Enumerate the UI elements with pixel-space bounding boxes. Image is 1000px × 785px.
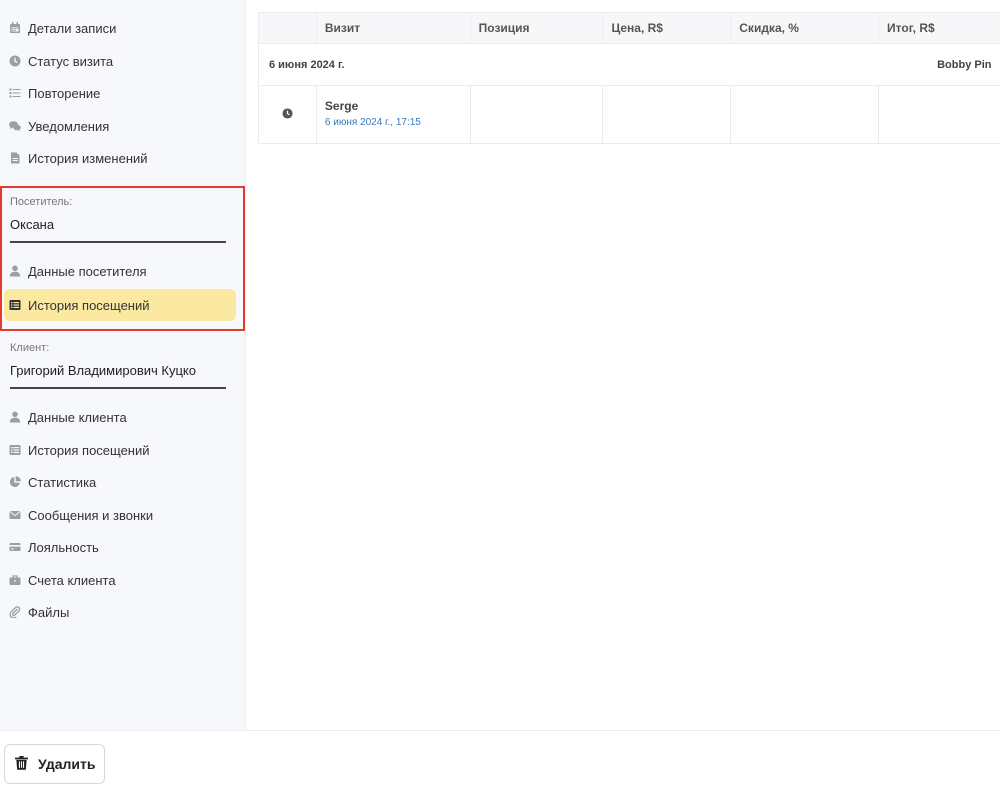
sidebar-item-visit-status[interactable]: Статус визита xyxy=(0,45,240,77)
calendar-icon xyxy=(8,21,22,35)
sidebar-item-label: Детали записи xyxy=(28,20,117,36)
sidebar-item-loyalty[interactable]: Лояльность xyxy=(0,531,240,563)
sidebar: Детали записи Статус визита Повторение У… xyxy=(0,0,246,730)
group-staff: Bobby Pin xyxy=(878,43,1000,86)
visitor-section-highlight xyxy=(0,186,245,331)
column-header-price: Цена, R$ xyxy=(602,12,732,44)
client-name[interactable]: Григорий Владимирович Куцко xyxy=(10,363,196,378)
credit-card-icon xyxy=(8,540,22,554)
sidebar-item-label: Данные клиента xyxy=(28,409,127,425)
sidebar-item-label: Уведомления xyxy=(28,118,110,134)
column-header-position: Позиция xyxy=(469,12,604,44)
footer-bar xyxy=(0,730,1000,785)
date-group-row: 6 июня 2024 г. Bobby Pin xyxy=(257,43,1000,86)
sidebar-item-messages[interactable]: Сообщения и звонки xyxy=(0,499,240,531)
table-row[interactable]: Serge 6 июня 2024 г., 17:15 xyxy=(258,85,1000,144)
sidebar-item-label: Статистика xyxy=(28,474,97,490)
envelope-icon xyxy=(8,508,22,522)
visits-table: Визит Позиция Цена, R$ Скидка, % Итог, R… xyxy=(257,12,1000,144)
sidebar-item-record-details[interactable]: Детали записи xyxy=(0,12,240,44)
column-header-visit: Визит xyxy=(315,12,471,44)
sidebar-item-label: История изменений xyxy=(28,150,148,166)
delete-button-label: Удалить xyxy=(38,756,96,772)
delete-button[interactable]: Удалить xyxy=(4,744,105,784)
user-icon xyxy=(8,410,22,424)
visit-staff-name: Serge xyxy=(324,99,359,113)
total-cell xyxy=(878,85,1000,144)
visit-status-cell xyxy=(258,85,317,144)
sidebar-item-label: Счета клиента xyxy=(28,572,116,588)
document-icon xyxy=(8,151,22,165)
trash-icon xyxy=(15,755,38,773)
sidebar-item-repeat[interactable]: Повторение xyxy=(0,77,240,109)
sidebar-item-label: История посещений xyxy=(28,442,150,458)
list-alt-icon xyxy=(8,443,22,457)
visit-cell: Serge 6 июня 2024 г., 17:15 xyxy=(315,85,471,144)
pie-chart-icon xyxy=(8,475,22,489)
list-icon xyxy=(8,86,22,100)
sidebar-item-change-history[interactable]: История изменений xyxy=(0,142,240,174)
client-label: Клиент: xyxy=(10,342,50,354)
chat-icon xyxy=(8,119,22,133)
sidebar-item-label: Сообщения и звонки xyxy=(28,507,154,523)
sidebar-item-files[interactable]: Файлы xyxy=(0,596,240,628)
paperclip-icon xyxy=(8,605,22,619)
visit-datetime-link[interactable]: 6 июня 2024 г., 17:15 xyxy=(325,117,470,128)
sidebar-item-client-data[interactable]: Данные клиента xyxy=(0,401,240,433)
sidebar-item-notifications[interactable]: Уведомления xyxy=(0,110,240,142)
column-header-total: Итог, R$ xyxy=(878,12,1000,44)
sidebar-item-client-history[interactable]: История посещений xyxy=(0,434,240,466)
client-underline xyxy=(10,387,226,389)
sidebar-item-client-accounts[interactable]: Счета клиента xyxy=(0,564,240,596)
sidebar-item-label: Лояльность xyxy=(28,539,99,555)
sidebar-item-label: Статус визита xyxy=(28,53,114,69)
sidebar-item-label: Повторение xyxy=(28,85,101,101)
clock-icon xyxy=(282,107,293,122)
visits-table-container: Визит Позиция Цена, R$ Скидка, % Итог, R… xyxy=(257,12,1000,144)
discount-cell xyxy=(730,85,880,144)
group-date: 6 июня 2024 г. xyxy=(257,43,879,86)
clock-icon xyxy=(8,54,22,68)
table-header-row: Визит Позиция Цена, R$ Скидка, % Итог, R… xyxy=(258,12,1000,44)
column-header-icon xyxy=(258,12,317,44)
column-header-discount: Скидка, % xyxy=(730,12,880,44)
position-cell xyxy=(469,85,604,144)
sidebar-item-label: Файлы xyxy=(28,604,70,620)
sidebar-item-statistics[interactable]: Статистика xyxy=(0,466,240,498)
price-cell xyxy=(602,85,732,144)
briefcase-icon xyxy=(8,573,22,587)
